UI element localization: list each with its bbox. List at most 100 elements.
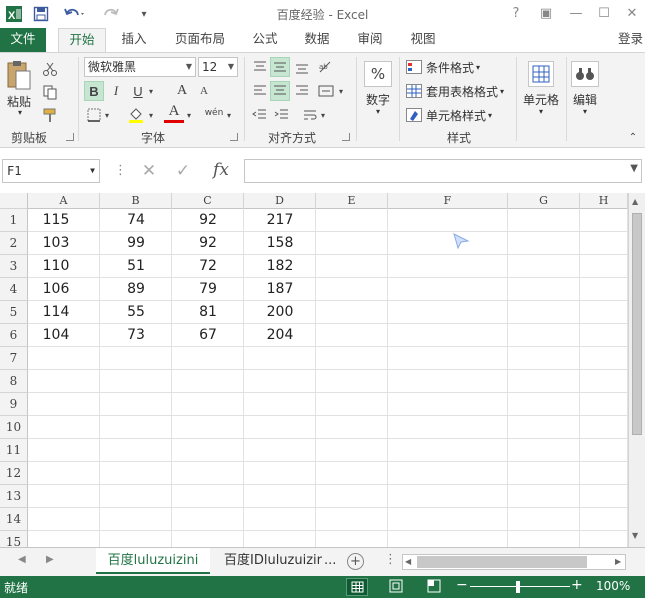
- normal-view-icon[interactable]: [346, 578, 368, 596]
- orientation-icon[interactable]: ab: [316, 57, 336, 77]
- font-color-dropdown-icon[interactable]: ▾: [184, 105, 194, 125]
- align-right-icon[interactable]: [292, 81, 312, 101]
- tab-file[interactable]: 文件: [0, 28, 46, 52]
- column-header-f[interactable]: F: [388, 193, 508, 209]
- tab-insert[interactable]: 插入: [112, 28, 156, 52]
- cell-styles-button[interactable]: 单元格样式 ▾: [406, 105, 492, 125]
- underline-button[interactable]: U: [128, 81, 148, 101]
- zoom-level[interactable]: 100%: [596, 579, 630, 593]
- merge-center-icon[interactable]: [316, 81, 336, 101]
- collapse-ribbon-icon[interactable]: ⌃: [626, 131, 640, 143]
- phonetic-dropdown-icon[interactable]: ▾: [224, 105, 234, 125]
- scroll-left-icon[interactable]: ◀: [405, 557, 411, 566]
- row-header-9[interactable]: 9: [0, 393, 28, 416]
- cell-c6[interactable]: 67: [172, 324, 244, 347]
- row-header-14[interactable]: 14: [0, 508, 28, 531]
- cell-d5[interactable]: 200: [244, 301, 316, 324]
- sheet-next-icon[interactable]: ▶: [46, 554, 54, 565]
- italic-button[interactable]: I: [106, 81, 126, 101]
- tab-review[interactable]: 审阅: [348, 28, 392, 52]
- paste-icon[interactable]: [4, 59, 34, 91]
- row-header-11[interactable]: 11: [0, 439, 28, 462]
- cell-a5[interactable]: 114: [20, 301, 92, 324]
- zoom-out-icon[interactable]: −: [456, 577, 468, 593]
- column-header-d[interactable]: D: [244, 193, 316, 209]
- row-header-13[interactable]: 13: [0, 485, 28, 508]
- cell-b1[interactable]: 74: [100, 209, 172, 232]
- underline-dropdown-icon[interactable]: ▾: [146, 81, 156, 101]
- fill-color-dropdown-icon[interactable]: ▾: [146, 105, 156, 125]
- column-header-a[interactable]: A: [28, 193, 100, 209]
- tab-view[interactable]: 视图: [402, 28, 444, 52]
- scroll-down-icon[interactable]: ▼: [632, 531, 638, 540]
- cells-button[interactable]: 单元格: [520, 91, 562, 108]
- cell-d4[interactable]: 187: [244, 278, 316, 301]
- close-icon[interactable]: ✕: [622, 4, 642, 24]
- row-header-8[interactable]: 8: [0, 370, 28, 393]
- fill-color-icon[interactable]: [126, 105, 146, 125]
- cells-icon[interactable]: [528, 61, 554, 87]
- tab-page-layout[interactable]: 页面布局: [166, 28, 234, 52]
- decrease-indent-icon[interactable]: [250, 105, 270, 125]
- page-break-view-icon[interactable]: [424, 578, 444, 596]
- row-header-15[interactable]: 15: [0, 531, 28, 547]
- align-top-icon[interactable]: [250, 57, 270, 77]
- align-center-icon[interactable]: [270, 81, 290, 101]
- horizontal-scrollbar[interactable]: ◀ ▶: [402, 554, 626, 570]
- cell-a6[interactable]: 104: [20, 324, 92, 347]
- increase-indent-icon[interactable]: [272, 105, 292, 125]
- sheet-tab-1[interactable]: 百度luluzuizini: [96, 548, 210, 574]
- formula-input[interactable]: ▼: [244, 159, 642, 183]
- cell-b2[interactable]: 99: [100, 232, 172, 255]
- expand-formula-icon[interactable]: ▼: [630, 163, 638, 174]
- cell-a2[interactable]: 103: [20, 232, 92, 255]
- tab-scroll-handle-icon[interactable]: ⋮: [384, 552, 397, 567]
- cell-a1[interactable]: 115: [20, 209, 92, 232]
- zoom-slider-thumb[interactable]: [516, 581, 520, 593]
- cell-c2[interactable]: 92: [172, 232, 244, 255]
- minimize-icon[interactable]: —: [566, 4, 586, 24]
- row-header-7[interactable]: 7: [0, 347, 28, 370]
- column-header-e[interactable]: E: [316, 193, 388, 209]
- alignment-launcher-icon[interactable]: [342, 133, 350, 141]
- cell-a3[interactable]: 110: [20, 255, 92, 278]
- cell-c5[interactable]: 81: [172, 301, 244, 324]
- border-icon[interactable]: [84, 105, 104, 125]
- cell-d6[interactable]: 204: [244, 324, 316, 347]
- help-icon[interactable]: ?: [506, 4, 526, 24]
- editing-dropdown-icon[interactable]: ▾: [579, 107, 591, 116]
- tab-home[interactable]: 开始: [58, 28, 106, 53]
- align-middle-icon[interactable]: [270, 57, 290, 77]
- scroll-up-icon[interactable]: ▲: [632, 197, 638, 206]
- editing-button[interactable]: 编辑: [566, 91, 604, 108]
- wrap-dropdown-icon[interactable]: ▾: [318, 105, 328, 125]
- cut-icon[interactable]: [40, 59, 60, 79]
- vertical-scrollbar[interactable]: ▲ ▼: [628, 193, 645, 547]
- phonetic-button[interactable]: wén: [202, 103, 226, 123]
- number-format-icon[interactable]: %: [364, 61, 392, 87]
- paste-dropdown-icon[interactable]: ▾: [14, 108, 26, 117]
- format-painter-icon[interactable]: [40, 105, 60, 125]
- cell-d1[interactable]: 217: [244, 209, 316, 232]
- name-box[interactable]: F1 ▼: [2, 159, 100, 183]
- cell-a4[interactable]: 106: [20, 278, 92, 301]
- column-header-h[interactable]: H: [580, 193, 628, 209]
- maximize-icon[interactable]: ☐: [594, 4, 614, 24]
- column-header-c[interactable]: C: [172, 193, 244, 209]
- cell-b6[interactable]: 73: [100, 324, 172, 347]
- shrink-font-button[interactable]: A: [194, 81, 214, 101]
- binoculars-icon[interactable]: [571, 61, 599, 87]
- scroll-right-icon[interactable]: ▶: [615, 557, 621, 566]
- cell-d3[interactable]: 182: [244, 255, 316, 278]
- sheet-tabs-ellipsis[interactable]: ...: [324, 548, 340, 574]
- zoom-in-icon[interactable]: +: [571, 577, 583, 593]
- wrap-text-icon[interactable]: [300, 105, 320, 125]
- horizontal-scroll-thumb[interactable]: [417, 556, 587, 568]
- format-as-table-button[interactable]: 套用表格格式 ▾: [406, 81, 504, 101]
- grow-font-button[interactable]: A: [172, 81, 192, 101]
- font-size-box[interactable]: 12 ▼: [198, 57, 238, 77]
- page-layout-view-icon[interactable]: [386, 578, 406, 596]
- bold-button[interactable]: B: [84, 81, 104, 101]
- font-launcher-icon[interactable]: [230, 133, 238, 141]
- cell-b5[interactable]: 55: [100, 301, 172, 324]
